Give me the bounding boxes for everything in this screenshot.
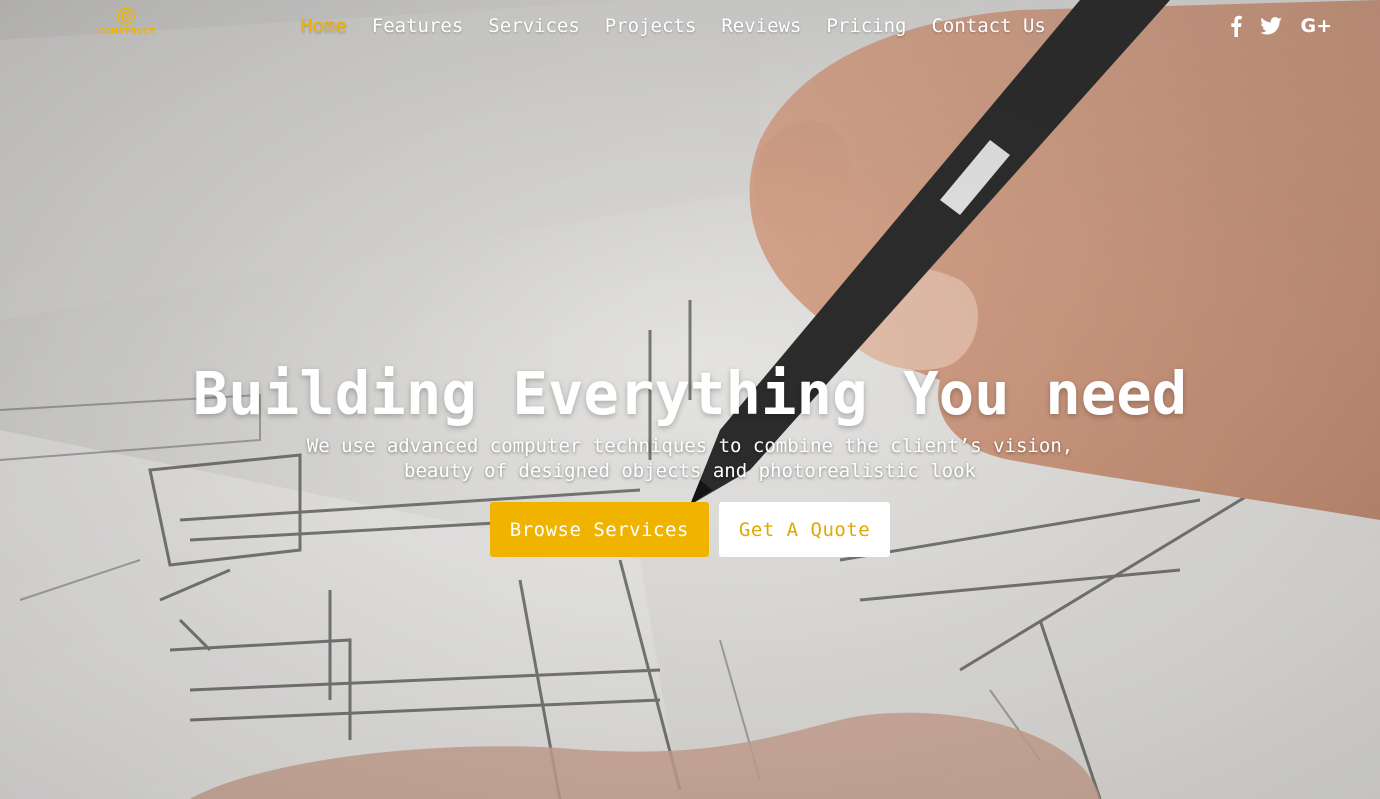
nav-item-features[interactable]: Features xyxy=(372,12,464,40)
twitter-icon[interactable] xyxy=(1260,17,1283,35)
nav-item-contact-us[interactable]: Contact Us xyxy=(931,12,1045,40)
hero-section: CONSTRUCT Home Features Services Project… xyxy=(0,0,1380,799)
hero-subtitle: We use advanced computer techniques to c… xyxy=(306,435,1074,482)
hero-headline: Building Everything You need xyxy=(192,359,1188,428)
get-a-quote-button[interactable]: Get A Quote xyxy=(718,502,891,557)
nav-item-services[interactable]: Services xyxy=(488,12,580,40)
top-navigation-bar: CONSTRUCT Home Features Services Project… xyxy=(0,0,1380,52)
nav-item-reviews[interactable]: Reviews xyxy=(721,12,801,40)
nav-item-pricing[interactable]: Pricing xyxy=(826,12,906,40)
logo-wordmark: CONSTRUCT xyxy=(98,27,156,36)
brand-logo[interactable]: CONSTRUCT xyxy=(98,6,156,40)
facebook-icon[interactable] xyxy=(1230,15,1243,37)
hero-content: Building Everything You need We use adva… xyxy=(0,358,1380,557)
logo-emblem-icon xyxy=(117,7,135,25)
nav-item-projects[interactable]: Projects xyxy=(605,12,697,40)
browse-services-button[interactable]: Browse Services xyxy=(489,502,709,557)
google-plus-icon[interactable]: G+ xyxy=(1300,13,1332,39)
social-links: G+ xyxy=(1212,13,1332,39)
nav-item-home[interactable]: Home xyxy=(301,12,347,40)
hero-actions: Browse Services Get A Quote xyxy=(0,502,1380,557)
main-nav: Home Features Services Projects Reviews … xyxy=(301,12,1071,40)
